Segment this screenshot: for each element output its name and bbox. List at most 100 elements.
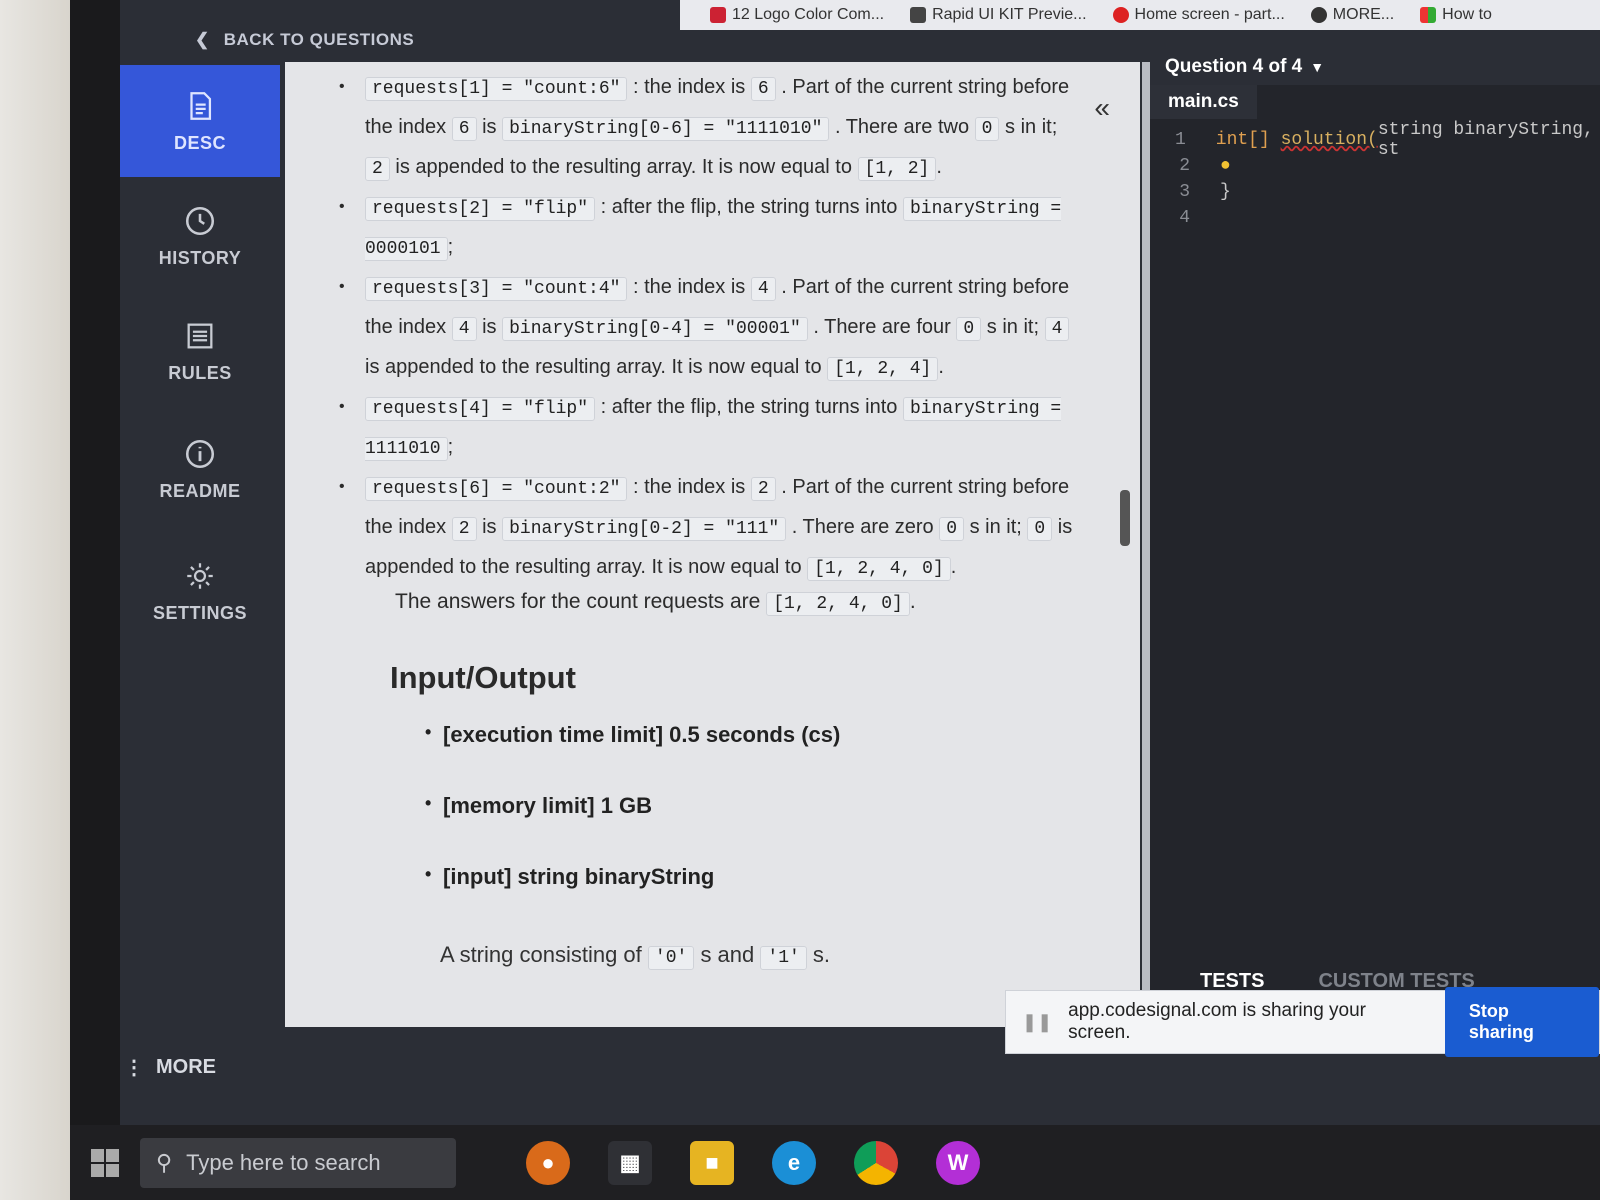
inline-code: 6 xyxy=(451,117,477,141)
code-keyword: int[] xyxy=(1215,130,1270,150)
step-text: is xyxy=(482,116,497,138)
inline-code: binaryString[0-4] = "00001" xyxy=(502,317,808,341)
document-icon xyxy=(190,91,212,120)
inline-code: requests[4] = "flip" xyxy=(365,397,596,421)
list-item: requests[2] = "flip" : after the flip, t… xyxy=(339,188,1085,268)
start-button[interactable] xyxy=(70,1125,140,1200)
sidebar-item-rules[interactable]: RULES xyxy=(120,295,280,407)
inline-code: '0' xyxy=(647,946,695,970)
edge-icon[interactable]: e xyxy=(772,1140,816,1185)
code-brace: } xyxy=(1220,182,1231,202)
chevron-left-icon: ❮ xyxy=(195,30,210,49)
taskbar-search[interactable]: ⚲ Type here to search xyxy=(140,1137,456,1188)
code-area[interactable]: 1 int[] solution(string binaryString, st… xyxy=(1150,120,1600,231)
bookmark-item[interactable]: MORE... xyxy=(1310,6,1395,24)
inline-code: 4 xyxy=(1044,317,1070,341)
panel-resize-divider[interactable] xyxy=(1142,62,1150,1022)
list-item: requests[3] = "count:4" : the index is 4… xyxy=(339,268,1085,388)
halloween-widget-icon[interactable]: ● xyxy=(526,1140,570,1185)
inline-code: requests[6] = "count:2" xyxy=(365,477,628,501)
line-number: 1 xyxy=(1174,130,1186,150)
desc-text: s and xyxy=(700,942,755,967)
chrome-icon[interactable] xyxy=(854,1140,898,1185)
description-panel: « requests[1] = "count:6" : the index is… xyxy=(285,62,1140,1027)
inline-code: '1' xyxy=(760,946,807,970)
screen: 12 Logo Color Com... Rapid UI KIT Previe… xyxy=(120,0,1600,1125)
line-number: 3 xyxy=(1179,182,1190,202)
more-button[interactable]: ⋮ MORE xyxy=(124,1055,216,1080)
screen-share-bar: ❚❚ app.codesignal.com is sharing your sc… xyxy=(1005,987,1600,1057)
lightbulb-icon[interactable]: ● xyxy=(1220,156,1231,176)
step-text: s in it; xyxy=(986,316,1040,338)
stop-sharing-button[interactable]: Stop sharing xyxy=(1444,987,1599,1057)
taskbar: ⚲ Type here to search ● ▦ ■ e W xyxy=(70,1125,1600,1200)
inline-code: requests[1] = "count:6" xyxy=(365,77,628,101)
code-line: 1 int[] solution(string binaryString, st xyxy=(1150,120,1600,160)
task-view-icon[interactable]: ▦ xyxy=(608,1140,652,1185)
drag-handle-icon[interactable]: ❚❚ xyxy=(1022,1012,1052,1033)
answers-text: . xyxy=(909,590,916,613)
share-status-text: app.codesignal.com is sharing your scree… xyxy=(1068,1000,1367,1043)
inline-code: 2 xyxy=(750,477,776,501)
back-to-questions-link[interactable]: ❮ BACK TO QUESTIONS xyxy=(195,25,414,55)
info-icon xyxy=(185,439,215,468)
globe-icon xyxy=(1310,7,1327,23)
bookmark-label: MORE... xyxy=(1332,6,1395,23)
step-text: : the index is xyxy=(633,276,746,298)
step-text: . There are zero xyxy=(791,516,934,538)
step-text: ; xyxy=(447,236,454,258)
list-item: requests[4] = "flip" : after the flip, t… xyxy=(339,388,1085,468)
code-line: 4 xyxy=(1150,205,1600,231)
step-text: . There are four xyxy=(813,316,951,338)
io-list: [execution time limit] 0.5 seconds (cs) … xyxy=(425,722,840,935)
answers-summary: The answers for the count requests are [… xyxy=(395,590,916,616)
collapse-panel-button[interactable]: « xyxy=(1094,92,1110,124)
step-text: is xyxy=(482,316,497,338)
code-function: solution( xyxy=(1280,130,1378,150)
sidebar-item-label: HISTORY xyxy=(158,247,242,268)
bookmark-item[interactable]: How to xyxy=(1420,6,1492,24)
inline-code: 0 xyxy=(939,517,965,541)
sidebar-item-desc[interactable]: DESC xyxy=(120,65,280,177)
inline-code: 4 xyxy=(451,317,477,341)
line-number: 2 xyxy=(1179,156,1190,176)
file-tab[interactable]: main.cs xyxy=(1150,85,1257,119)
bookmark-item[interactable]: Home screen - part... xyxy=(1112,6,1285,24)
sidebar-item-readme[interactable]: README xyxy=(120,413,280,525)
list-icon xyxy=(187,323,213,348)
input-description: A string consisting of '0' s and '1' s. xyxy=(440,942,830,970)
scrollbar-thumb[interactable] xyxy=(1120,490,1130,546)
step-text: : the index is xyxy=(633,76,746,98)
bookmark-item[interactable]: 12 Logo Color Com... xyxy=(710,6,884,24)
step-text: ; xyxy=(447,436,454,458)
question-indicator-label: Question 4 of 4 xyxy=(1165,56,1303,77)
bookmark-label: Home screen - part... xyxy=(1134,6,1285,23)
sidebar-item-label: README xyxy=(159,480,241,501)
step-text: . xyxy=(950,556,957,578)
file-explorer-icon[interactable]: ■ xyxy=(690,1140,734,1185)
taskbar-apps: ● ▦ ■ e W xyxy=(526,1140,980,1185)
inline-code: 2 xyxy=(451,517,477,541)
desc-text: A string consisting of xyxy=(440,942,642,967)
list-item: requests[1] = "count:6" : the index is 6… xyxy=(339,68,1085,188)
inline-code: [1, 2, 4, 0] xyxy=(766,592,910,616)
inline-code: requests[2] = "flip" xyxy=(365,197,596,221)
kit-icon xyxy=(910,7,927,23)
clock-icon xyxy=(185,206,215,235)
step-text: s in it; xyxy=(969,516,1022,538)
inline-code: binaryString[0-2] = "111" xyxy=(502,517,787,541)
sidebar-item-history[interactable]: HISTORY xyxy=(120,180,280,292)
step-text: is xyxy=(482,516,497,538)
windows-logo-icon xyxy=(91,1148,119,1177)
inline-code: 0 xyxy=(1027,517,1053,541)
step-text: : after the flip, the string turns into xyxy=(600,396,898,418)
step-text: . xyxy=(936,156,942,178)
more-label: MORE xyxy=(156,1056,216,1078)
wps-office-icon[interactable]: W xyxy=(936,1140,980,1185)
bookmark-item[interactable]: Rapid UI KIT Previe... xyxy=(910,6,1087,24)
sidebar-item-settings[interactable]: SETTINGS xyxy=(120,535,280,647)
code-line: 3 } xyxy=(1150,179,1600,205)
question-selector[interactable]: Question 4 of 4 ▼ xyxy=(1165,56,1324,78)
back-label: BACK TO QUESTIONS xyxy=(223,30,415,49)
inline-code: 0 xyxy=(956,317,982,341)
